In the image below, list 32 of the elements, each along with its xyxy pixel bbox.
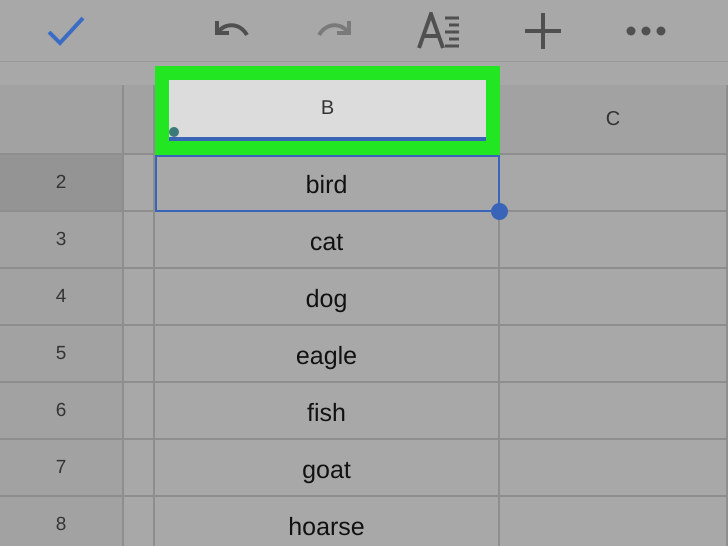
text-format-icon[interactable] [416,12,461,50]
row-header[interactable]: 7 [0,440,124,497]
column-header[interactable]: B [169,80,486,141]
table-cell[interactable]: fish [155,383,500,440]
table-cell[interactable]: bird [155,155,500,212]
empty-cell[interactable] [500,326,728,383]
table-cell[interactable]: dog [155,269,500,326]
table-cell[interactable]: cat [155,212,500,269]
row-header[interactable]: 3 [0,212,124,269]
row-header[interactable]: 4 [0,269,124,326]
selection-handle[interactable] [169,127,179,137]
empty-cell[interactable] [124,269,155,326]
table-cell[interactable]: eagle [155,326,500,383]
selection-handle[interactable] [491,203,508,220]
table-cell[interactable]: hoarse [155,497,500,546]
empty-cell[interactable] [500,269,728,326]
row-header[interactable]: 2 [0,155,124,212]
column-header[interactable] [124,85,155,155]
empty-cell[interactable] [500,383,728,440]
row-header[interactable]: 8 [0,497,124,546]
column-header[interactable]: C [500,85,728,155]
add-icon[interactable] [524,12,561,48]
row-header[interactable]: 6 [0,383,124,440]
empty-cell[interactable] [500,440,728,497]
empty-cell[interactable] [124,383,155,440]
table-cell[interactable]: goat [155,440,500,497]
empty-cell[interactable] [124,326,155,383]
row-header[interactable]: 5 [0,326,124,383]
empty-cell[interactable] [124,440,155,497]
more-icon[interactable] [626,26,666,36]
check-icon[interactable] [46,14,86,46]
empty-cell[interactable] [124,212,155,269]
